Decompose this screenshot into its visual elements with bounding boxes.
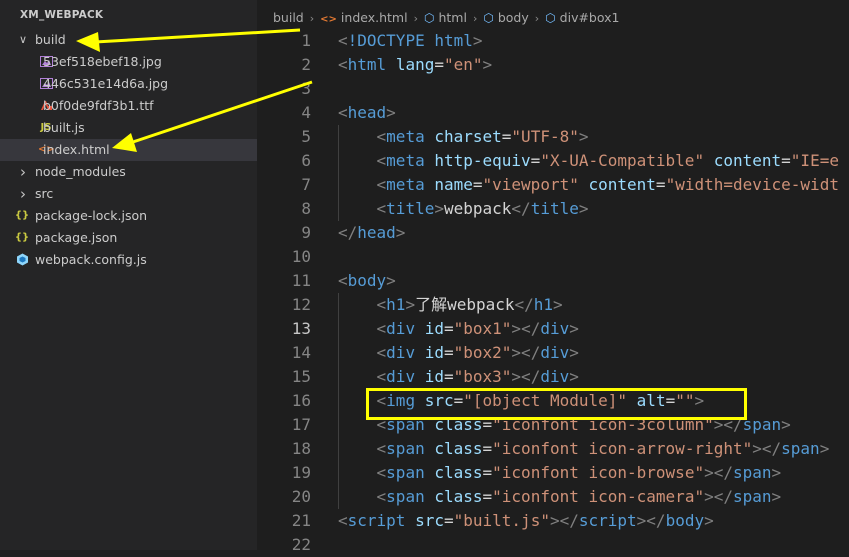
annotation-arrows [76, 28, 313, 152]
arrowhead-build [76, 32, 100, 52]
arrow-to-build [94, 28, 301, 44]
arrowhead-index-html [112, 133, 137, 152]
arrow-to-index-html [129, 80, 313, 145]
